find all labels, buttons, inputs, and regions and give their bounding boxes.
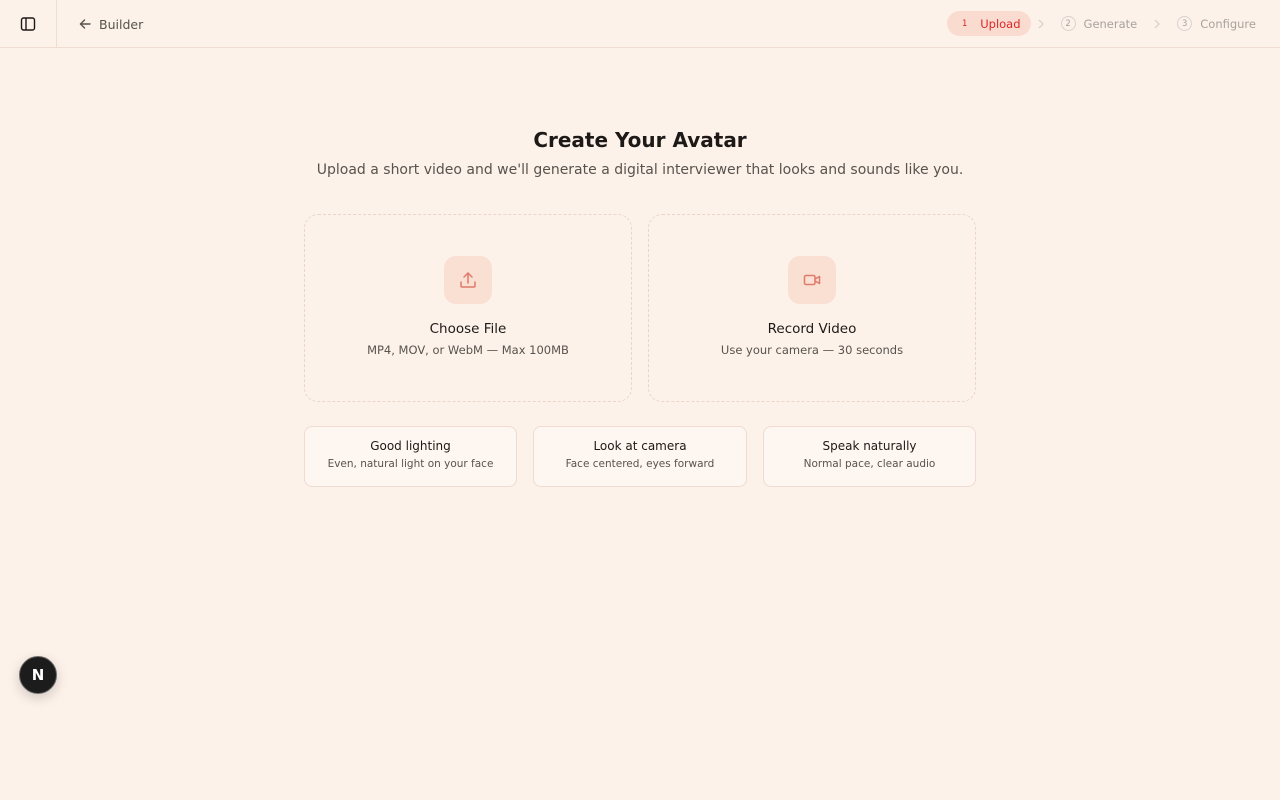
back-link-label: Builder <box>99 16 144 32</box>
tip-card-lighting: Good lighting Even, natural light on you… <box>304 426 517 487</box>
top-bar: Builder 1 Upload 2 Generate 3 Configure <box>0 0 1280 48</box>
step-generate[interactable]: 2 Generate <box>1051 11 1148 36</box>
app-launcher-button[interactable]: N <box>19 656 57 694</box>
record-video-title: Record Video <box>767 321 857 337</box>
sidebar-toggle-button[interactable] <box>0 0 57 47</box>
step-number: 3 <box>1177 16 1193 31</box>
step-label: Upload <box>980 16 1021 31</box>
tip-card-speak: Speak naturally Normal pace, clear audio <box>763 426 976 487</box>
arrow-left-icon <box>79 19 91 29</box>
step-configure[interactable]: 3 Configure <box>1167 11 1266 36</box>
upload-icon-tile <box>444 256 492 304</box>
choose-file-description: MP4, MOV, or WebM — Max 100MB <box>367 343 569 357</box>
tip-description: Face centered, eyes forward <box>565 458 715 470</box>
page-title: Create Your Avatar <box>533 128 747 152</box>
n-logo-icon: N <box>31 666 45 684</box>
record-video-card[interactable]: Record Video Use your camera — 30 second… <box>648 214 976 402</box>
tip-title: Good lighting <box>370 439 451 453</box>
choose-file-card[interactable]: Choose File MP4, MOV, or WebM — Max 100M… <box>304 214 632 402</box>
step-upload[interactable]: 1 Upload <box>947 11 1031 36</box>
tip-title: Speak naturally <box>822 439 917 453</box>
step-indicator: 1 Upload 2 Generate 3 Configure <box>947 11 1266 36</box>
step-number: 1 <box>962 18 968 29</box>
step-label: Configure <box>1200 16 1256 31</box>
tip-description: Even, natural light on your face <box>327 458 494 470</box>
video-icon-tile <box>788 256 836 304</box>
step-number: 2 <box>1060 16 1076 31</box>
back-to-builder-link[interactable]: Builder <box>78 14 143 34</box>
tip-card-camera: Look at camera Face centered, eyes forwa… <box>533 426 747 487</box>
chevron-right-icon <box>1147 19 1167 29</box>
video-camera-icon <box>803 274 821 286</box>
tip-description: Normal pace, clear audio <box>803 458 936 470</box>
page-subtitle: Upload a short video and we'll generate … <box>316 162 964 178</box>
record-video-description: Use your camera — 30 seconds <box>720 343 904 357</box>
tip-title: Look at camera <box>593 439 687 453</box>
step-label: Generate <box>1083 16 1138 31</box>
upload-icon <box>460 272 476 288</box>
chevron-right-icon <box>1031 19 1051 29</box>
sidebar-toggle-icon <box>20 16 36 31</box>
choose-file-title: Choose File <box>429 321 507 337</box>
